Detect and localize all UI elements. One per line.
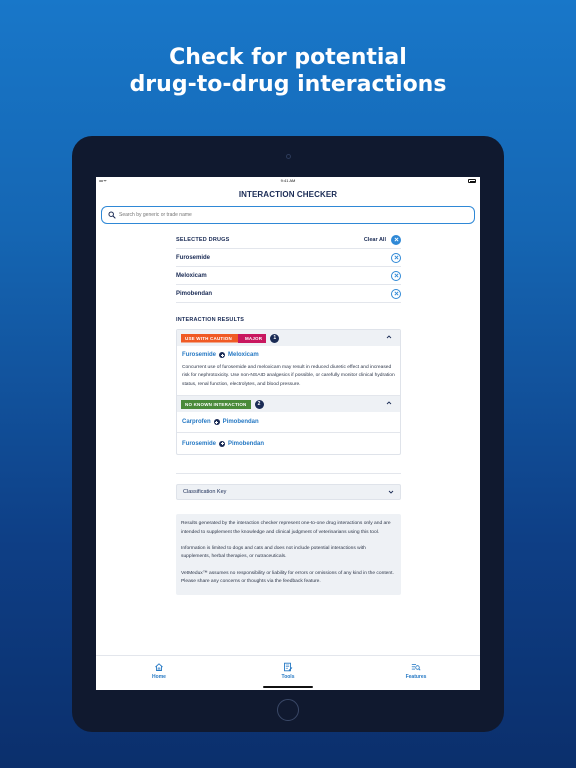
main-content: SELECTED DRUGS Clear All Furosemide Melo…: [176, 231, 401, 595]
pair-drug-b[interactable]: Meloxicam: [228, 352, 259, 358]
remove-drug-button[interactable]: [391, 252, 401, 263]
headline-line-1: Check for potential: [169, 45, 407, 70]
search-icon: [108, 211, 116, 219]
selected-drug-row: Furosemide: [176, 249, 401, 267]
clear-all-label: Clear All: [363, 236, 386, 243]
clear-all-button[interactable]: Clear All: [363, 234, 401, 245]
plus-icon: [219, 352, 226, 358]
caution-count-badge: 1: [270, 333, 280, 343]
drug-name: Meloxicam: [176, 272, 207, 279]
chevron-up-icon[interactable]: [386, 334, 392, 340]
tab-features[interactable]: Features: [386, 662, 446, 680]
device-home-button[interactable]: [277, 699, 299, 721]
home-indicator[interactable]: [263, 686, 313, 688]
tablet-frame: •••• ᯤ 9:41 AM INTERACTION CHECKER SELEC…: [72, 136, 504, 732]
status-time: 9:41 AM: [280, 178, 296, 183]
pair-drug-b[interactable]: Pimobendan: [228, 441, 264, 447]
pair-drug-a[interactable]: Furosemide: [182, 352, 216, 358]
app-screen: •••• ᯤ 9:41 AM INTERACTION CHECKER SELEC…: [96, 177, 480, 690]
interaction-results-card: USE WITH CAUTION MAJOR 1 Furosemide Melo…: [176, 329, 401, 456]
interaction-description: Concurrent use of furosemide and meloxic…: [182, 365, 395, 387]
tab-home[interactable]: Home: [129, 662, 189, 680]
close-icon: [393, 255, 399, 260]
interaction-pair[interactable]: Carprofen Pimobendan: [182, 419, 259, 426]
camera: [286, 154, 291, 159]
close-icon: [393, 237, 399, 242]
major-badge: MAJOR: [237, 333, 267, 343]
selected-drugs-title: SELECTED DRUGS: [176, 236, 230, 243]
clear-all-icon[interactable]: [391, 234, 401, 245]
selected-drug-row: Pimobendan: [176, 285, 401, 303]
disclaimer-paragraph: Results generated by the interaction che…: [181, 521, 391, 535]
search-input[interactable]: [119, 212, 419, 218]
headline-line-2: drug-to-drug interactions: [129, 72, 447, 97]
disclaimer-box: Results generated by the interaction che…: [176, 514, 401, 595]
chevron-up-icon[interactable]: [386, 400, 392, 406]
classification-key-dropdown[interactable]: Classification Key: [176, 484, 401, 501]
features-icon: [411, 664, 421, 671]
tab-tools[interactable]: Tools: [258, 662, 318, 680]
plus-icon: [213, 419, 220, 426]
close-icon: [393, 291, 399, 296]
tab-bar: Home Tools Features: [96, 655, 480, 690]
page-title: INTERACTION CHECKER: [238, 190, 338, 199]
drug-name: Pimobendan: [176, 290, 213, 297]
caution-interaction-item: Furosemide Meloxicam Concurrent use of f…: [177, 346, 400, 397]
search-bar[interactable]: [101, 206, 475, 224]
no-interaction-group-header[interactable]: NO KNOWN INTERACTION 2: [177, 396, 400, 413]
section-divider: [176, 473, 401, 475]
tab-label: Features: [405, 674, 427, 680]
no-interaction-item: Furosemide Pimobendan: [177, 433, 400, 454]
status-bar: •••• ᯤ 9:41 AM: [96, 177, 480, 185]
plus-icon: [219, 440, 226, 447]
no-interaction-count-badge: 2: [254, 399, 264, 409]
drug-name: Furosemide: [176, 254, 211, 261]
tab-label: Tools: [281, 674, 295, 680]
marketing-headline: Check for potential drug-to-drug interac…: [0, 44, 576, 98]
pair-drug-a[interactable]: Furosemide: [182, 441, 216, 447]
interaction-results-title: INTERACTION RESULTS: [176, 317, 245, 323]
selected-drugs-header: SELECTED DRUGS Clear All: [176, 231, 401, 249]
pair-drug-a[interactable]: Carprofen: [182, 419, 211, 425]
interaction-pair[interactable]: Furosemide Meloxicam: [182, 352, 395, 358]
no-interaction-item: Carprofen Pimobendan: [177, 412, 400, 434]
remove-drug-button[interactable]: [391, 270, 401, 281]
home-icon: [155, 663, 163, 671]
selected-drug-row: Meloxicam: [176, 267, 401, 285]
caution-badge: USE WITH CAUTION: [181, 333, 238, 343]
no-interaction-badge: NO KNOWN INTERACTION: [181, 399, 251, 409]
interaction-pair[interactable]: Furosemide Pimobendan: [182, 440, 264, 447]
tab-label: Home: [152, 674, 166, 680]
remove-drug-button[interactable]: [391, 288, 401, 299]
disclaimer-paragraph: Information is limited to dogs and cats …: [181, 546, 366, 560]
classification-key-label: Classification Key: [183, 489, 227, 496]
caution-group-header[interactable]: USE WITH CAUTION MAJOR 1: [177, 330, 400, 346]
disclaimer-paragraph: VetMedux™ assumes no responsibility or l…: [181, 570, 394, 585]
close-icon: [393, 273, 399, 278]
battery-icon: [468, 179, 476, 183]
pair-drug-b[interactable]: Pimobendan: [223, 419, 259, 425]
tools-icon: [284, 662, 293, 672]
chevron-down-icon: [388, 490, 394, 494]
